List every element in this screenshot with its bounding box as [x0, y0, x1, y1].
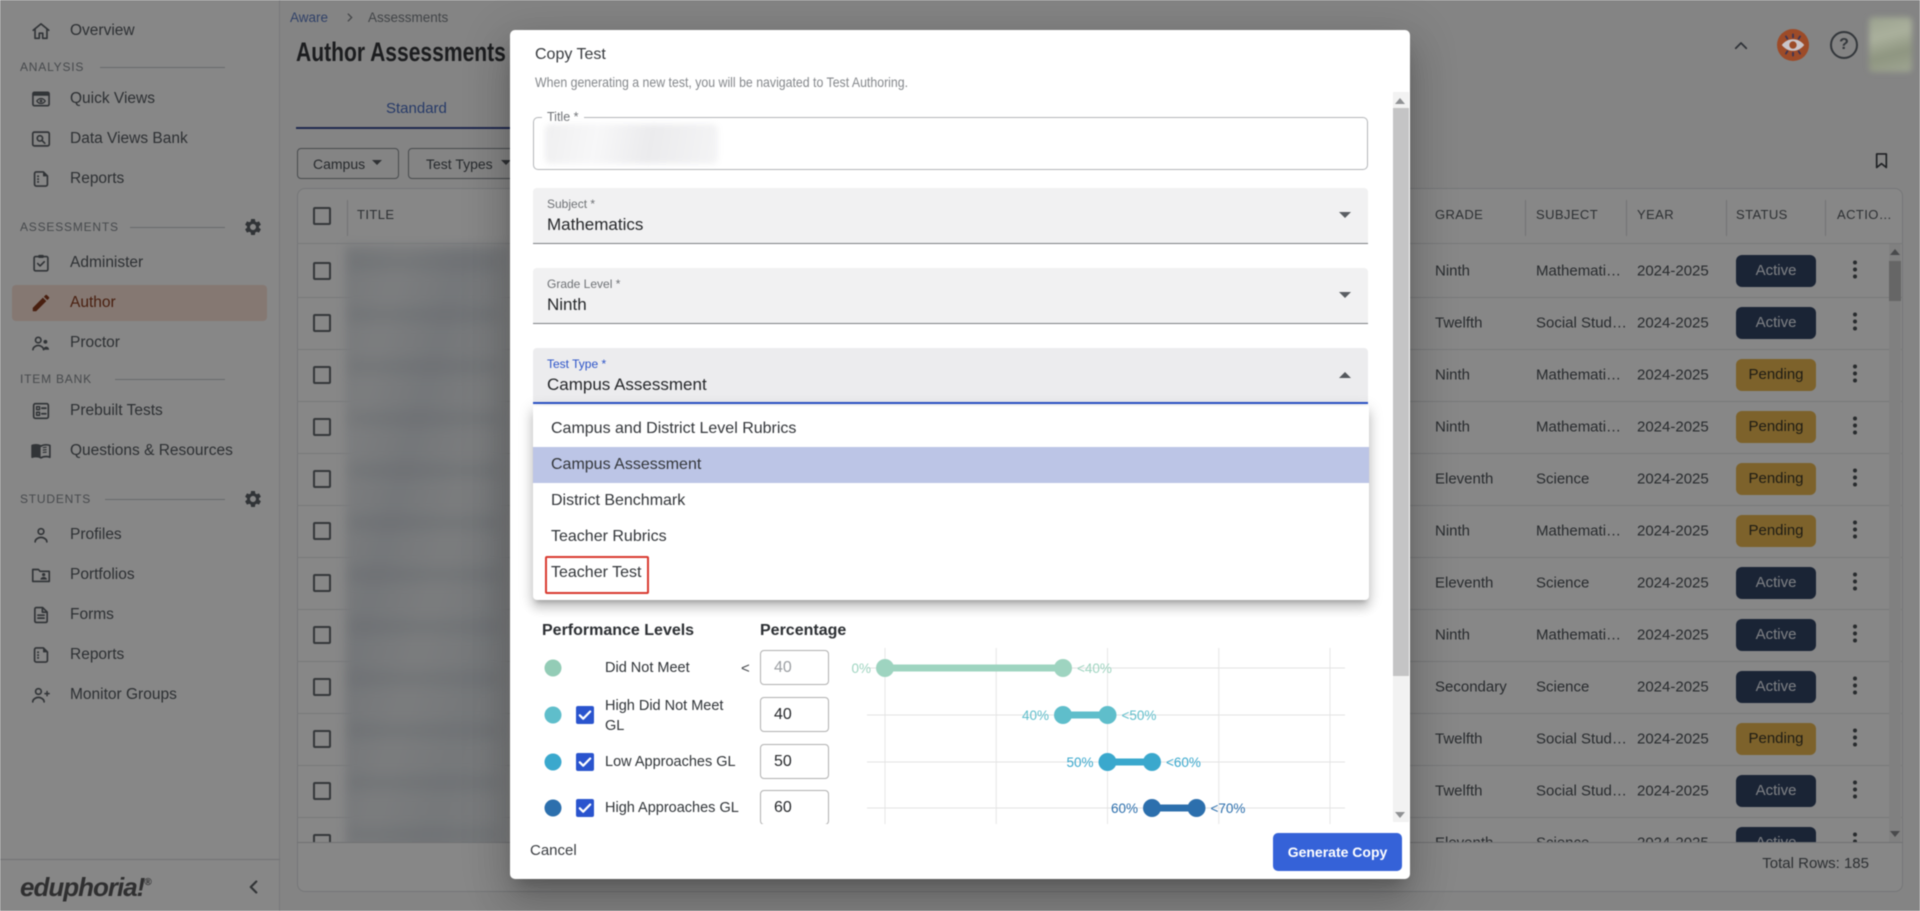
svg-text:50%: 50% [1066, 755, 1093, 770]
svg-text:<70%: <70% [1211, 801, 1246, 816]
svg-text:40%: 40% [1022, 708, 1049, 723]
svg-text:<60%: <60% [1166, 755, 1201, 770]
svg-text:0%: 0% [851, 661, 871, 676]
svg-text:60%: 60% [1111, 801, 1138, 816]
svg-text:<50%: <50% [1122, 708, 1157, 723]
svg-text:<40%: <40% [1077, 661, 1112, 676]
